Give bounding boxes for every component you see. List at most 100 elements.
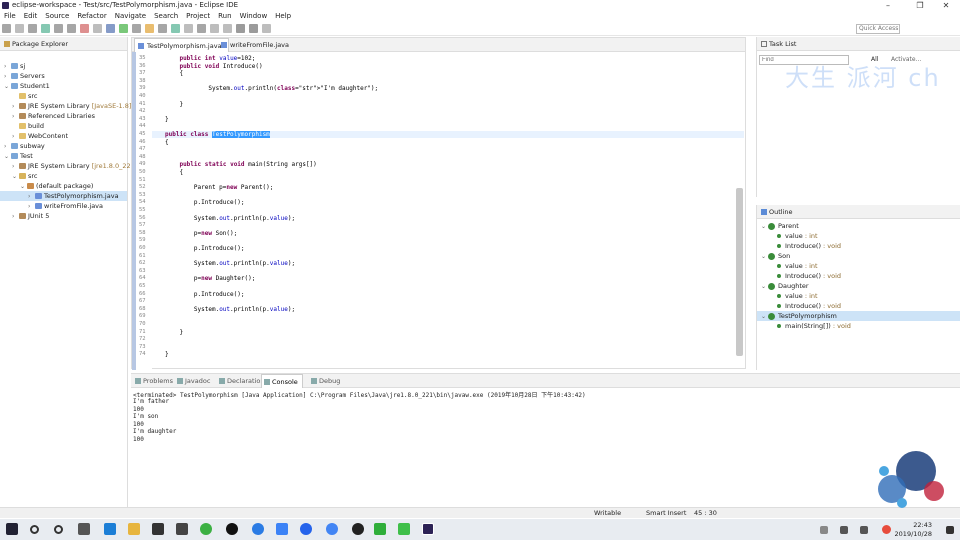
tree-item[interactable]: ⌄ src (0, 171, 127, 181)
code-line[interactable]: System.out.println(p.value); (165, 260, 295, 267)
tree-item[interactable]: › sj (0, 61, 127, 71)
tree-item[interactable]: ⌄ Student1 (0, 81, 127, 91)
toolbar-icon[interactable] (80, 24, 89, 33)
code-line[interactable]: p.Introduce(); (165, 199, 245, 206)
tree-item[interactable]: ⌄ (default package) (0, 181, 127, 191)
outline-item[interactable]: ⌄ TestPolymorphism (757, 311, 960, 321)
tree-item[interactable]: › WebContent (0, 131, 127, 141)
outline-item[interactable]: ⌄ Son (757, 251, 960, 261)
tab-declaration[interactable]: Declaration (217, 374, 264, 388)
code-line[interactable]: } (165, 101, 183, 108)
code-editor[interactable]: TestPolymorphism.java writeFromFile.java … (131, 37, 746, 370)
toolbar-icon[interactable] (2, 24, 11, 33)
quick-access-field[interactable]: Quick Access (856, 24, 900, 34)
menu-search[interactable]: Search (150, 11, 182, 21)
close-button[interactable]: ✕ (932, 0, 960, 11)
outline-item[interactable]: value : int (757, 261, 960, 271)
tree-item[interactable]: src (0, 91, 127, 101)
menu-window[interactable]: Window (236, 11, 272, 21)
toolbar-icon[interactable] (41, 24, 50, 33)
briefcase-icon[interactable] (176, 523, 188, 535)
outline-item[interactable]: value : int (757, 231, 960, 241)
tree-item[interactable]: › JRE System Library [jre1.8.0_221] (0, 161, 137, 171)
outline-item[interactable]: value : int (757, 291, 960, 301)
menu-help[interactable]: Help (271, 11, 295, 21)
code-line[interactable]: public int value=102; (165, 55, 255, 62)
tree-item[interactable]: › JUnit 5 (0, 211, 127, 221)
code-line[interactable]: } (165, 116, 169, 123)
chrome-like-icon[interactable] (300, 523, 312, 535)
cortana-icon[interactable] (54, 525, 63, 534)
code-line[interactable]: { (165, 139, 169, 146)
toolbar-icon[interactable] (171, 24, 180, 33)
video-icon[interactable] (398, 523, 410, 535)
tab-problems[interactable]: Problems (133, 374, 173, 388)
tree-item[interactable]: › writeFromFile.java (0, 201, 127, 211)
code-line[interactable]: p.Introduce(); (165, 245, 245, 252)
tree-item[interactable]: › Servers (0, 71, 127, 81)
code-line[interactable]: { (165, 70, 183, 77)
search-icon[interactable] (30, 525, 39, 534)
outline-item[interactable]: Introduce() : void (757, 301, 960, 311)
code-line[interactable]: p.Introduce(); (165, 291, 245, 298)
toolbar-icon[interactable] (132, 24, 141, 33)
editor-vertical-scrollbar[interactable] (736, 188, 743, 356)
code-line[interactable]: public static void main(String args[]) (165, 161, 316, 168)
toolbar-icon[interactable] (54, 24, 63, 33)
code-line[interactable]: Parent p=new Parent(); (165, 184, 274, 191)
code-line[interactable]: p=new Son(); (165, 230, 237, 237)
toolbar-icon[interactable] (158, 24, 167, 33)
menu-source[interactable]: Source (41, 11, 73, 21)
minimize-button[interactable]: – (874, 0, 902, 11)
qq-icon[interactable] (226, 523, 238, 535)
edge-icon[interactable] (104, 523, 116, 535)
tab-console[interactable]: Console (261, 374, 303, 388)
notification-icon[interactable] (946, 526, 954, 534)
menu-edit[interactable]: Edit (20, 11, 42, 21)
toolbar-icon[interactable] (145, 24, 154, 33)
tree-item[interactable]: › Referenced Libraries (0, 111, 127, 121)
chrome-icon[interactable] (326, 523, 338, 535)
store-icon[interactable] (152, 523, 164, 535)
code-line[interactable]: { (165, 169, 183, 176)
code-line[interactable]: System.out.println(class="str">"I'm daug… (165, 85, 378, 92)
tab-writefromfile[interactable]: writeFromFile.java (218, 38, 295, 52)
toolbar-icon[interactable] (236, 24, 245, 33)
code-line[interactable]: System.out.println(p.value); (165, 306, 295, 313)
toolbar-icon[interactable] (119, 24, 128, 33)
toolbar-icon[interactable] (210, 24, 219, 33)
app-icon[interactable] (252, 523, 264, 535)
toolbar-icon[interactable] (249, 24, 258, 33)
wechat-icon[interactable] (200, 523, 212, 535)
code-line[interactable]: } (165, 351, 169, 358)
tab-testpolymorphism[interactable]: TestPolymorphism.java (134, 38, 229, 52)
tab-outline[interactable]: Outline (757, 205, 960, 219)
expand-right-icon[interactable]: › (12, 212, 19, 222)
task-view-icon[interactable] (78, 523, 90, 535)
tray-app-icon[interactable] (882, 525, 891, 534)
tree-item[interactable]: build (0, 121, 127, 131)
code-line[interactable]: public class TestPolymorphism (152, 131, 744, 138)
toolbar-icon[interactable] (93, 24, 102, 33)
eclipse-taskbar-icon[interactable] (422, 523, 434, 535)
menu-file[interactable]: File (0, 11, 20, 21)
tab-javadoc[interactable]: Javadoc (175, 374, 210, 388)
media-icon[interactable] (352, 523, 364, 535)
tree-item[interactable]: ⌄ Test (0, 151, 127, 161)
toolbar-icon[interactable] (197, 24, 206, 33)
tab-debug[interactable]: Debug (309, 374, 340, 388)
volume-icon[interactable] (860, 526, 868, 534)
tree-item[interactable]: › subway (0, 141, 127, 151)
outline-item[interactable]: ⌄ Parent (757, 221, 960, 231)
file-explorer-icon[interactable] (128, 523, 140, 535)
maximize-button[interactable]: ❐ (906, 0, 934, 11)
start-icon[interactable] (6, 523, 18, 535)
tab-package-explorer[interactable]: Package Explorer (0, 37, 127, 51)
menu-refactor[interactable]: Refactor (73, 11, 110, 21)
menu-run[interactable]: Run (214, 11, 235, 21)
tree-item[interactable]: › TestPolymorphism.java (0, 191, 127, 201)
code-line[interactable]: } (165, 329, 183, 336)
toolbar-icon[interactable] (106, 24, 115, 33)
menu-navigate[interactable]: Navigate (111, 11, 150, 21)
toolbar-icon[interactable] (28, 24, 37, 33)
